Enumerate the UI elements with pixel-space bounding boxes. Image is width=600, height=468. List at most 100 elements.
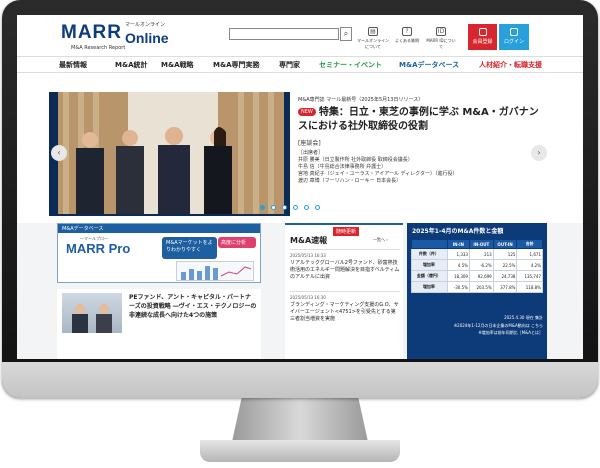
stats-cell: 125	[492, 248, 518, 260]
ma-stats-panel: 2025年1-4月のM&A件数と金額 IN-IN IN-OUT OUT-IN 合…	[407, 223, 547, 359]
carousel-dot[interactable]	[315, 205, 320, 210]
logo-tagline: マールオンライン	[125, 22, 166, 28]
id-card-icon: ID	[436, 27, 446, 36]
stats-cell: 92,699	[468, 270, 494, 282]
news-item[interactable]: 2025/05/13 16:33 リアルテックグローバル2号ファンド、砂富熱技術…	[290, 249, 400, 281]
stats-note[interactable]: ※増加率は前年同期比［M&Aとは］	[447, 330, 543, 336]
stats-col-header	[411, 239, 448, 249]
hero-info-panel[interactable]: M&A専門誌 マール最新号（2025年5月13日リリース） NEW 特集：日立・東…	[290, 92, 549, 216]
nav-item-career[interactable]: 人材紹介・転職支援	[479, 60, 542, 70]
article-card[interactable]: PEファンド、アント・キャピタル・パートナーズの投資戦略 ―ヴイ・エス・テクノロ…	[57, 289, 261, 359]
database-banner[interactable]: M&Aデータベース ―マールプロ― MARR Pro M&Aマーケットをよりわか…	[57, 223, 261, 283]
search-button[interactable]: ⌕	[340, 27, 352, 41]
attendee-line: 宮地 真紀子（ジェイ・ユーラス・アイアール ディレクター）（進行役）	[298, 171, 458, 177]
carousel-dot[interactable]	[282, 205, 287, 210]
stats-row-label: 増加率	[411, 281, 448, 293]
marrpro-screenshot	[176, 261, 254, 281]
news-date: 2025/05/13 16:33	[290, 253, 326, 258]
stats-note-link[interactable]: ※2024年1-12月の日本企業のM&A動向は こちら	[447, 323, 543, 329]
stats-col-header: IN-OUT	[468, 239, 494, 249]
nav-item-experts[interactable]: 専門家	[279, 60, 300, 70]
hero-carousel[interactable]: M&A専門誌 マール最新号（2025年5月13日リリース） NEW 特集：日立・東…	[49, 92, 549, 216]
question-icon: ?	[402, 27, 412, 36]
register-label: 会員登録	[472, 39, 493, 45]
stats-cell: 4.5%	[446, 259, 470, 271]
stats-row: 金額（億円） 18,309 92,699 24,738 135,747	[411, 270, 543, 282]
stats-row: 件数（件） 1,333 213 125 1,671	[411, 248, 543, 260]
faq-link[interactable]: ? よくある質問	[391, 27, 423, 44]
attendees-heading: ［出席者］	[298, 150, 324, 156]
carousel-dot[interactable]	[293, 205, 298, 210]
about-link[interactable]: ▤ マールオンラインについて	[357, 27, 389, 50]
nav-item-strategy[interactable]: M&A戦略	[161, 60, 194, 70]
article-title[interactable]: PEファンド、アント・キャピタル・パートナーズの投資戦略 ―ヴイ・エス・テクノロ…	[129, 293, 257, 320]
stats-cell: 135,747	[516, 270, 543, 282]
attendee-line: 牛島 信（牛島総合法律事務所 弁護士）	[298, 164, 387, 170]
search-input[interactable]	[229, 28, 339, 40]
stats-col-header: OUT-IN	[492, 239, 518, 249]
site-header: MARR マールオンライン Online M&A Research Report…	[17, 15, 583, 55]
lower-content: M&Aデータベース ―マールプロ― MARR Pro M&Aマーケットをよりわか…	[17, 223, 583, 359]
stats-row: 増加率 4.5% -6.2% 22.5% 4.2%	[411, 259, 543, 271]
hero-title[interactable]: NEW 特集：日立・東芝の事例に学ぶ M&A・ガバナンスにおける社外取締役の役割	[298, 106, 541, 134]
carousel-dot[interactable]	[260, 205, 265, 210]
mini-bar-chart-icon	[181, 266, 252, 280]
stats-row-label: 件数（件）	[411, 248, 448, 260]
monitor-chin	[2, 362, 598, 398]
marr-id-link[interactable]: ID MARR IDについて	[425, 27, 457, 50]
article-thumbnail	[62, 293, 122, 333]
carousel-next-button[interactable]: ›	[531, 145, 547, 161]
browser-screen: MARR マールオンライン Online M&A Research Report…	[17, 15, 583, 359]
marrpro-logo: MARR Pro	[66, 241, 131, 256]
nav-item-practice[interactable]: M&A専門実務	[213, 60, 260, 70]
logo-marr: MARR	[61, 22, 122, 43]
register-button[interactable]: 会員登録	[468, 24, 497, 50]
logo-online: Online	[125, 30, 169, 46]
stats-cell: 24,738	[492, 270, 518, 282]
news-date: 2025/05/13 16:30	[290, 295, 326, 300]
marrpro-bubble-analysis: 高度に分析	[218, 237, 256, 248]
carousel-dot[interactable]	[271, 205, 276, 210]
stats-cell: 377.8%	[492, 281, 518, 293]
marrpro-bubble-market: M&Aマーケットをよりわかりやすく	[162, 237, 217, 259]
stats-cell: -6.2%	[468, 259, 494, 271]
nav-item-stats[interactable]: M&A統計	[115, 60, 148, 70]
carousel-dot[interactable]	[304, 205, 309, 210]
site-logo[interactable]: MARR マールオンライン Online M&A Research Report	[61, 22, 189, 52]
nav-item-database[interactable]: M&Aデータベース	[399, 60, 459, 70]
stats-cell: 118.8%	[516, 281, 543, 293]
page-background: MARR マールオンライン Online M&A Research Report…	[0, 0, 600, 468]
login-label: ログイン	[503, 39, 524, 45]
panel-photo-illustration	[58, 92, 284, 214]
monitor-stand-base	[200, 440, 400, 462]
stats-cell: 4.2%	[516, 259, 543, 271]
stats-cell: 1,333	[446, 248, 470, 260]
stats-row-label: 金額（億円）	[411, 270, 448, 282]
login-button[interactable]: ログイン	[499, 24, 529, 50]
search-icon: ⌕	[343, 29, 349, 38]
news-item[interactable]: 2025/05/13 16:30 ブランディング・マーケティング支援のG.O、サ…	[290, 291, 400, 323]
stats-cell: 22.5%	[492, 259, 518, 271]
login-icon	[510, 28, 518, 36]
stats-row: 増加率 -30.5% 203.5% 377.8% 118.8%	[411, 281, 543, 293]
hero-date: M&A専門誌 マール最新号（2025年5月13日リリース）	[298, 97, 424, 103]
about-label: マールオンラインについて	[357, 38, 389, 49]
database-banner-header: M&Aデータベース	[58, 224, 260, 233]
hero-photo	[58, 92, 284, 214]
sokuho-more-link[interactable]: 一覧へ ›	[373, 237, 388, 243]
stats-table: IN-IN IN-OUT OUT-IN 合計 件数（件） 1,333 213 1…	[411, 239, 543, 293]
stats-row-label: 増加率	[411, 259, 448, 271]
chevron-left-icon: ‹	[57, 148, 61, 157]
nav-item-news[interactable]: 最新情報	[59, 60, 87, 70]
stats-cell: 213	[468, 248, 494, 260]
chevron-right-icon: ›	[537, 148, 541, 157]
nav-item-seminar[interactable]: セミナー・イベント	[319, 60, 382, 70]
monitor-stand-neck	[232, 392, 368, 442]
faq-label: よくある質問	[395, 38, 419, 43]
stats-header-row: IN-IN IN-OUT OUT-IN 合計	[411, 239, 543, 249]
sokuho-title: M&A速報	[290, 236, 328, 245]
stats-col-header: 合計	[516, 239, 543, 249]
hero-attendees: ［出席者］ 井原 勝美（日立製作所 社外取締役 取締役会議長） 牛島 信（牛島総…	[298, 150, 541, 185]
stats-cell: 203.5%	[468, 281, 494, 293]
carousel-prev-button[interactable]: ‹	[51, 145, 67, 161]
